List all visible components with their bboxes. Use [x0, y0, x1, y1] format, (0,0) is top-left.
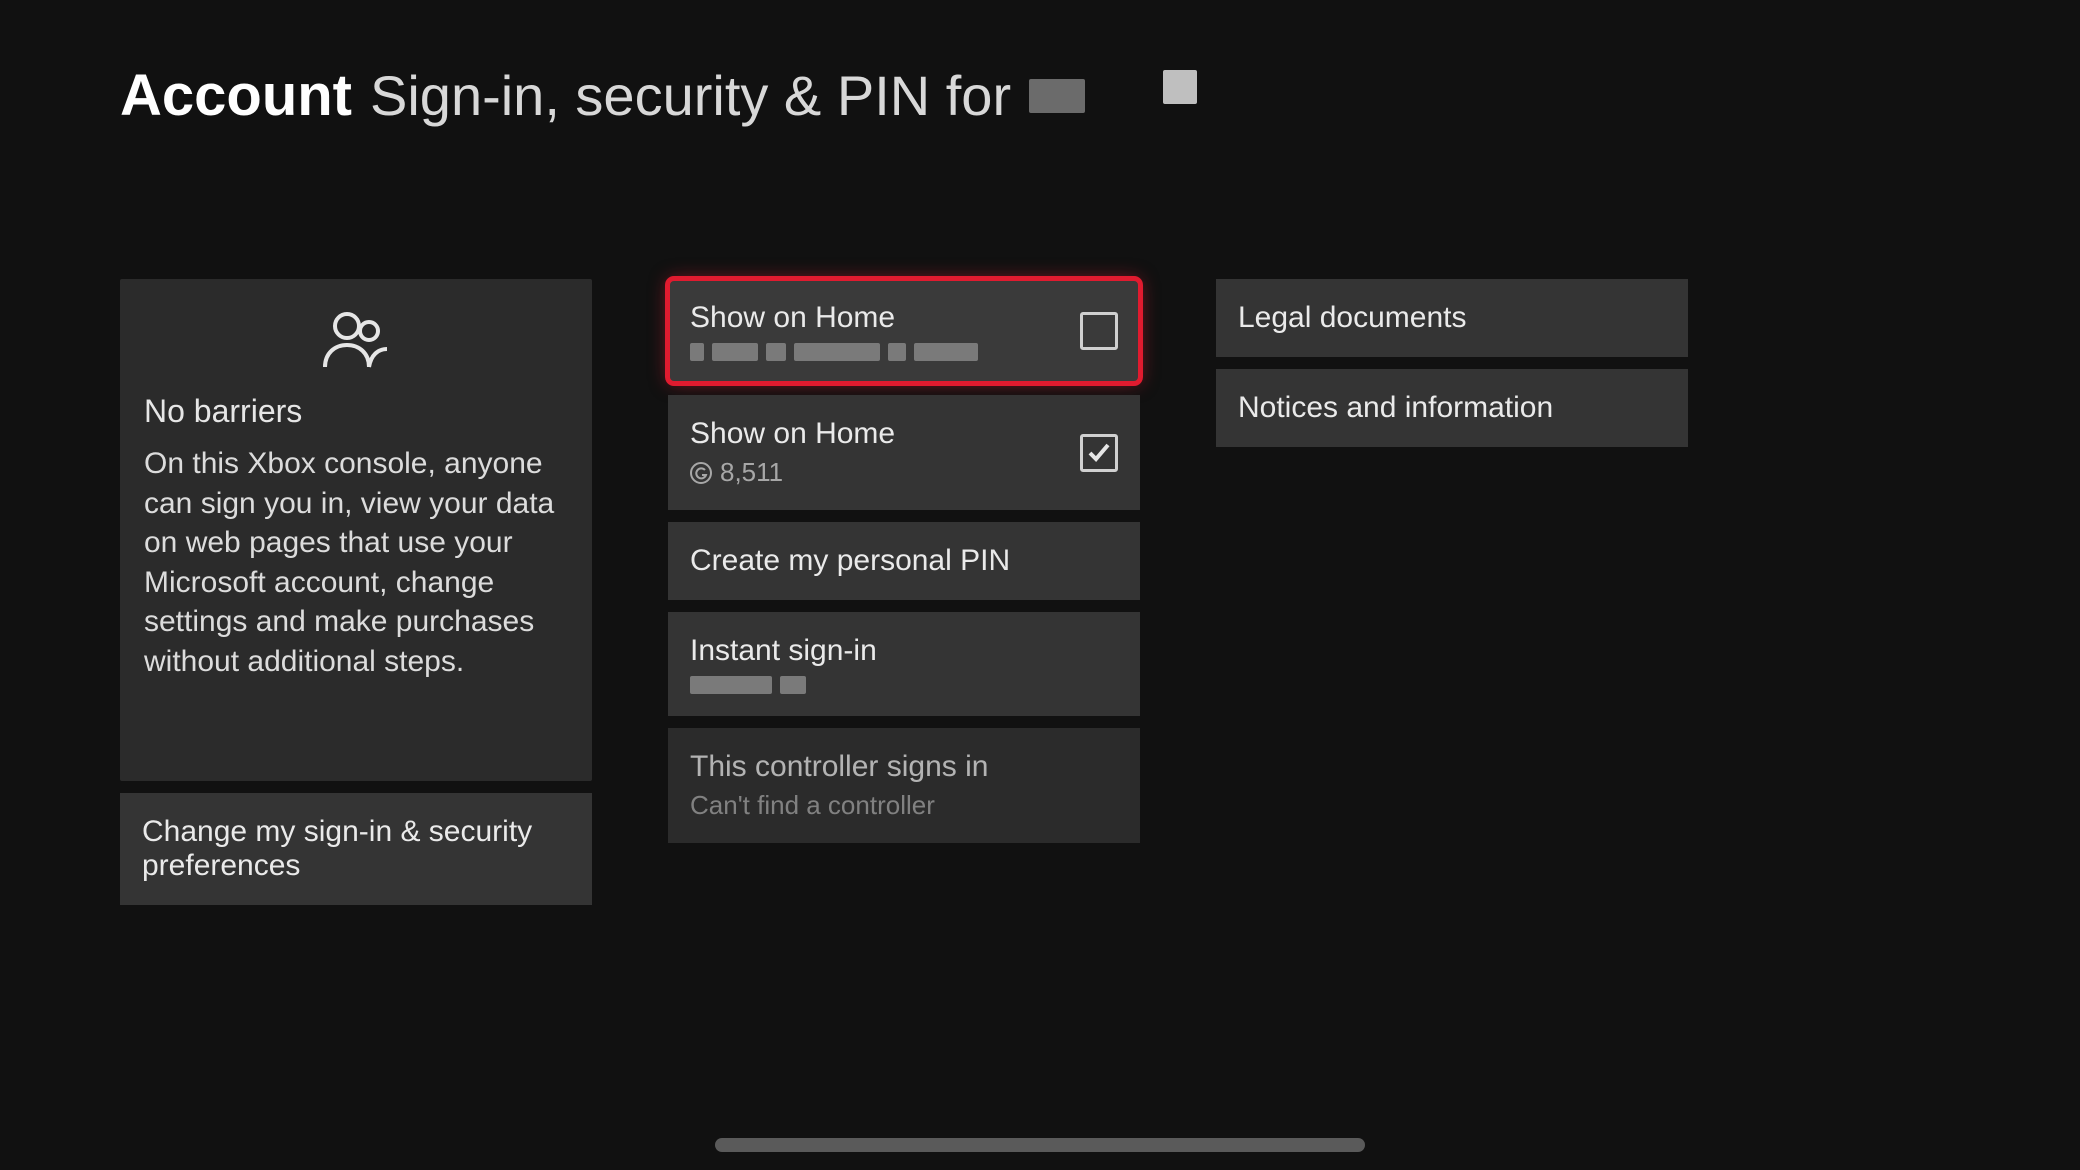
- redacted-subtitle: [690, 676, 1118, 694]
- checkbox-checked[interactable]: [1080, 434, 1118, 472]
- checkbox-unchecked[interactable]: [1080, 312, 1118, 350]
- info-description: On this Xbox console, anyone can sign yo…: [144, 444, 568, 682]
- legal-documents-button[interactable]: Legal documents: [1216, 279, 1688, 357]
- header-title: Sign-in, security & PIN for: [370, 63, 1011, 128]
- change-signin-prefs-button[interactable]: Change my sign-in & security preferences: [120, 793, 592, 905]
- page-header: Account Sign-in, security & PIN for: [120, 62, 1960, 129]
- redacted-email: [690, 343, 1080, 361]
- controller-signin-button: This controller signs in Can't find a co…: [668, 728, 1140, 843]
- bottom-indicator: [715, 1138, 1365, 1152]
- notices-button[interactable]: Notices and information: [1216, 369, 1688, 447]
- info-panel: No barriers On this Xbox console, anyone…: [120, 279, 592, 781]
- instant-signin-button[interactable]: Instant sign-in: [668, 612, 1140, 716]
- redacted-avatar: [1163, 70, 1197, 104]
- show-on-home-gamerscore-toggle[interactable]: Show on Home 8,511: [668, 395, 1140, 510]
- gamerscore-value: 8,511: [720, 457, 783, 488]
- show-on-home-email-toggle[interactable]: Show on Home: [668, 279, 1140, 383]
- header-category: Account: [120, 62, 352, 129]
- redacted-gamertag: [1029, 79, 1085, 113]
- people-icon: [319, 309, 393, 371]
- create-pin-button[interactable]: Create my personal PIN: [668, 522, 1140, 600]
- info-title: No barriers: [144, 393, 568, 430]
- gamerscore-icon: [690, 462, 712, 484]
